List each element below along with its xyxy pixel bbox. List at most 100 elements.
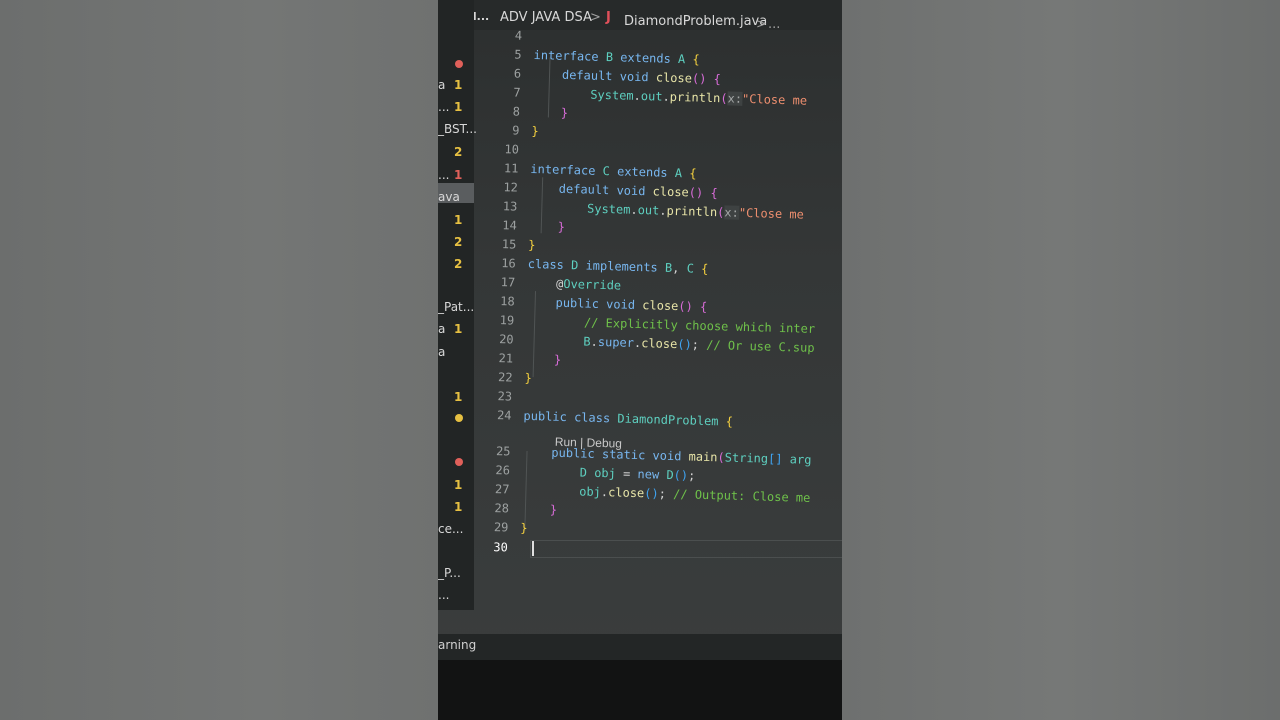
line-number: 17 bbox=[500, 275, 516, 290]
line-number: 4 bbox=[514, 28, 523, 43]
code-line[interactable]: } bbox=[525, 352, 562, 367]
code-line[interactable]: default void close() { bbox=[530, 181, 718, 200]
code-token: String bbox=[724, 450, 769, 466]
code-token: } bbox=[528, 237, 536, 253]
code-token: } bbox=[520, 520, 528, 536]
line-number: 20 bbox=[498, 332, 514, 347]
code-token: main bbox=[688, 449, 718, 465]
line-number: 7 bbox=[513, 85, 521, 100]
code-line[interactable]: interface B extends A { bbox=[533, 48, 700, 67]
left-blur-background bbox=[0, 0, 438, 720]
code-token: implements bbox=[585, 258, 666, 275]
code-token: () bbox=[644, 486, 659, 501]
code-token: () { bbox=[678, 299, 708, 314]
code-token: ; bbox=[687, 468, 696, 483]
code-token: D bbox=[579, 465, 595, 480]
warning-label[interactable]: arning bbox=[438, 638, 476, 652]
code-editor[interactable]: Run | Debug 4 5 interface B extends A {6 d… bbox=[438, 0, 842, 629]
code-token: // Or use C.sup bbox=[706, 337, 815, 355]
code-token: DiamondProblem bbox=[617, 411, 726, 429]
line-number: 21 bbox=[498, 351, 514, 366]
code-token: C bbox=[686, 261, 702, 276]
code-token: C bbox=[602, 163, 618, 179]
code-token: close bbox=[652, 184, 689, 200]
code-line[interactable]: obj.close(); // Output: Close me bbox=[521, 483, 811, 505]
code-token: // Output: Close me bbox=[672, 487, 811, 505]
code-line[interactable]: } bbox=[520, 521, 528, 535]
code-token: default void bbox=[561, 67, 657, 85]
code-token: } bbox=[560, 105, 569, 120]
code-line[interactable]: @Override bbox=[527, 276, 621, 293]
line-number: 24 bbox=[496, 408, 512, 423]
code-token: { bbox=[692, 52, 700, 67]
code-token: } bbox=[557, 219, 566, 234]
line-number: 27 bbox=[494, 482, 510, 497]
code-token: System bbox=[586, 201, 631, 217]
line-number: 26 bbox=[495, 463, 511, 478]
code-token: arg bbox=[782, 452, 812, 467]
code-token: () { bbox=[688, 185, 718, 201]
code-line[interactable]: B.super.close(); // Or use C.sup bbox=[525, 333, 815, 355]
line-number: 16 bbox=[501, 256, 516, 271]
code-token: x: bbox=[724, 205, 740, 220]
line-number: 13 bbox=[502, 199, 518, 214]
code-token: A bbox=[677, 52, 693, 67]
code-line[interactable]: class D implements B, C { bbox=[528, 257, 709, 276]
code-line[interactable]: public void close() { bbox=[527, 295, 708, 314]
code-line[interactable]: } bbox=[531, 124, 539, 138]
code-line[interactable]: } bbox=[524, 371, 532, 385]
code-token: obj bbox=[594, 465, 624, 481]
code-line[interactable]: D obj = new D(); bbox=[522, 464, 696, 483]
line-number: 22 bbox=[497, 370, 513, 385]
code-token: } bbox=[524, 370, 533, 386]
code-token: { bbox=[700, 261, 709, 276]
code-token: } bbox=[531, 123, 539, 139]
code-token: } bbox=[549, 502, 558, 517]
code-line[interactable]: public class DiamondProblem { bbox=[523, 409, 733, 429]
code-line[interactable]: } bbox=[521, 502, 558, 517]
code-token: out bbox=[637, 202, 660, 218]
code-token: class bbox=[527, 256, 572, 273]
code-line[interactable]: } bbox=[529, 219, 566, 234]
code-token: // Explicitly choose which inter bbox=[583, 315, 816, 336]
code-line[interactable]: } bbox=[528, 238, 536, 252]
code-token: ; bbox=[658, 486, 674, 502]
line-number: 29 bbox=[493, 520, 509, 535]
code-token: close bbox=[655, 70, 693, 86]
code-token: public class bbox=[523, 408, 618, 426]
code-line[interactable]: System.out.println(x:"Close me bbox=[532, 86, 807, 108]
code-token: , bbox=[672, 260, 687, 276]
line-number: 30 bbox=[493, 540, 509, 555]
code-line[interactable]: System.out.println(x:"Close me bbox=[529, 200, 804, 222]
code-token: { bbox=[689, 166, 697, 181]
editor-photo-frame: TILL N... ADV JAVA DSA > J DiamondProble… bbox=[438, 0, 842, 720]
code-line[interactable]: } bbox=[532, 105, 569, 120]
code-line[interactable]: // Explicitly choose which inter bbox=[526, 314, 815, 336]
code-token: } bbox=[553, 352, 562, 367]
panel-strip: arning bbox=[438, 634, 842, 660]
line-number: 9 bbox=[512, 123, 520, 138]
code-token: close bbox=[641, 336, 678, 352]
code-line[interactable]: interface C extends A { bbox=[530, 162, 697, 181]
code-token: new bbox=[637, 467, 667, 482]
line-number: 23 bbox=[497, 389, 513, 404]
line-number: 12 bbox=[503, 180, 519, 195]
code-line[interactable]: public static void main(String[] arg bbox=[522, 445, 811, 467]
line-number: 19 bbox=[499, 313, 515, 328]
right-blur-background bbox=[842, 0, 1280, 720]
code-token: Override bbox=[563, 276, 622, 293]
code-token: x: bbox=[727, 91, 743, 106]
code-line[interactable]: default void close() { bbox=[533, 67, 721, 86]
line-number: 6 bbox=[513, 66, 522, 81]
code-token: println bbox=[669, 89, 721, 106]
